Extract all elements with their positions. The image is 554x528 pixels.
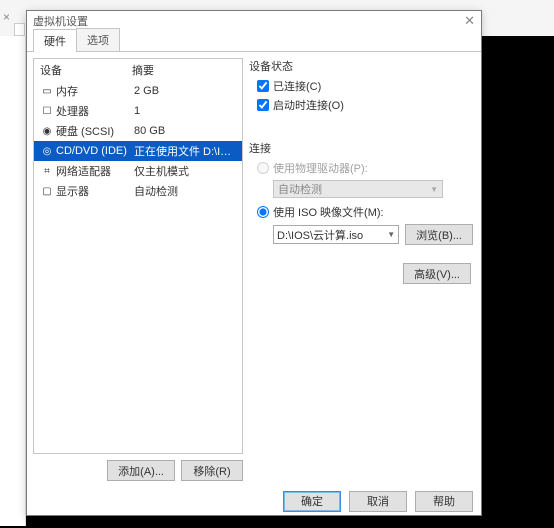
ok-button[interactable]: 确定 (283, 491, 341, 512)
device-name: 显示器 (56, 183, 134, 199)
chevron-down-icon[interactable]: ▼ (387, 230, 395, 239)
physical-drive-combo-value: 自动检测 (278, 181, 322, 197)
device-row[interactable]: ▢显示器自动检测 (34, 181, 242, 201)
connected-label: 已连接(C) (273, 78, 321, 94)
device-list[interactable]: 设备 摘要 ▭内存2 GB☐处理器1◉硬盘 (SCSI)80 GB◎CD/DVD… (33, 58, 243, 454)
connected-checkbox[interactable] (257, 80, 269, 92)
device-name: 内存 (56, 83, 134, 99)
remove-button[interactable]: 移除(R) (181, 460, 243, 481)
physical-drive-label: 使用物理驱动器(P): (273, 160, 368, 176)
device-row[interactable]: ⌗网络适配器仅主机模式 (34, 161, 242, 181)
column-device: 设备 (40, 62, 132, 78)
device-summary: 2 GB (134, 85, 236, 97)
tab-hardware[interactable]: 硬件 (33, 29, 77, 52)
chevron-down-icon: ▼ (430, 185, 438, 194)
connect-on-start-checkbox[interactable] (257, 99, 269, 111)
device-row[interactable]: ▭内存2 GB (34, 81, 242, 101)
outer-close-icon: × (3, 10, 10, 24)
device-summary: 80 GB (134, 125, 236, 137)
disk-icon: ◉ (40, 126, 54, 137)
device-name: 网络适配器 (56, 163, 134, 179)
network-icon: ⌗ (40, 166, 54, 177)
vm-settings-dialog: 虚拟机设置 ✕ 硬件 选项 设备 摘要 ▭内存2 GB☐处理器1◉硬盘 (SCS… (26, 10, 482, 516)
device-summary: 自动检测 (134, 183, 236, 199)
cancel-button[interactable]: 取消 (349, 491, 407, 512)
connect-on-start-label: 启动时连接(O) (273, 97, 344, 113)
iso-file-label: 使用 ISO 映像文件(M): (273, 204, 384, 220)
device-name: 处理器 (56, 103, 134, 119)
connected-checkbox-row[interactable]: 已连接(C) (249, 78, 473, 94)
physical-drive-combo: 自动检测 ▼ (273, 180, 443, 198)
iso-path-value: D:\IOS\云计算.iso (277, 227, 363, 243)
connect-on-start-row[interactable]: 启动时连接(O) (249, 97, 473, 113)
device-name: 硬盘 (SCSI) (56, 123, 134, 139)
close-icon[interactable]: ✕ (464, 13, 475, 29)
iso-file-row[interactable]: 使用 ISO 映像文件(M): (249, 204, 473, 220)
display-icon: ▢ (40, 186, 54, 197)
device-status-title: 设备状态 (249, 58, 473, 74)
window-title: 虚拟机设置 (33, 13, 464, 29)
memory-icon: ▭ (40, 86, 54, 97)
device-list-header: 设备 摘要 (34, 59, 242, 81)
help-button[interactable]: 帮助 (415, 491, 473, 512)
device-summary: 正在使用文件 D:\IOS\云计算... (134, 143, 236, 159)
device-name: CD/DVD (IDE) (56, 145, 134, 157)
device-summary: 1 (134, 105, 236, 117)
physical-drive-row: 使用物理驱动器(P): (249, 160, 473, 176)
connection-title: 连接 (249, 140, 473, 156)
advanced-button[interactable]: 高级(V)... (403, 263, 471, 284)
column-summary: 摘要 (132, 62, 236, 78)
iso-file-radio[interactable] (257, 206, 269, 218)
browse-button[interactable]: 浏览(B)... (405, 224, 473, 245)
cpu-icon: ☐ (40, 106, 54, 117)
add-button[interactable]: 添加(A)... (107, 460, 175, 481)
tab-options[interactable]: 选项 (76, 28, 120, 51)
device-row[interactable]: ◉硬盘 (SCSI)80 GB (34, 121, 242, 141)
device-summary: 仅主机模式 (134, 163, 236, 179)
iso-path-combo[interactable]: D:\IOS\云计算.iso ▼ (273, 225, 399, 244)
tabstrip: 硬件 选项 (27, 31, 481, 52)
device-row[interactable]: ☐处理器1 (34, 101, 242, 121)
cd-icon: ◎ (40, 146, 54, 157)
device-row[interactable]: ◎CD/DVD (IDE)正在使用文件 D:\IOS\云计算... (34, 141, 242, 161)
physical-drive-radio (257, 162, 269, 174)
tab-stub (14, 23, 25, 36)
